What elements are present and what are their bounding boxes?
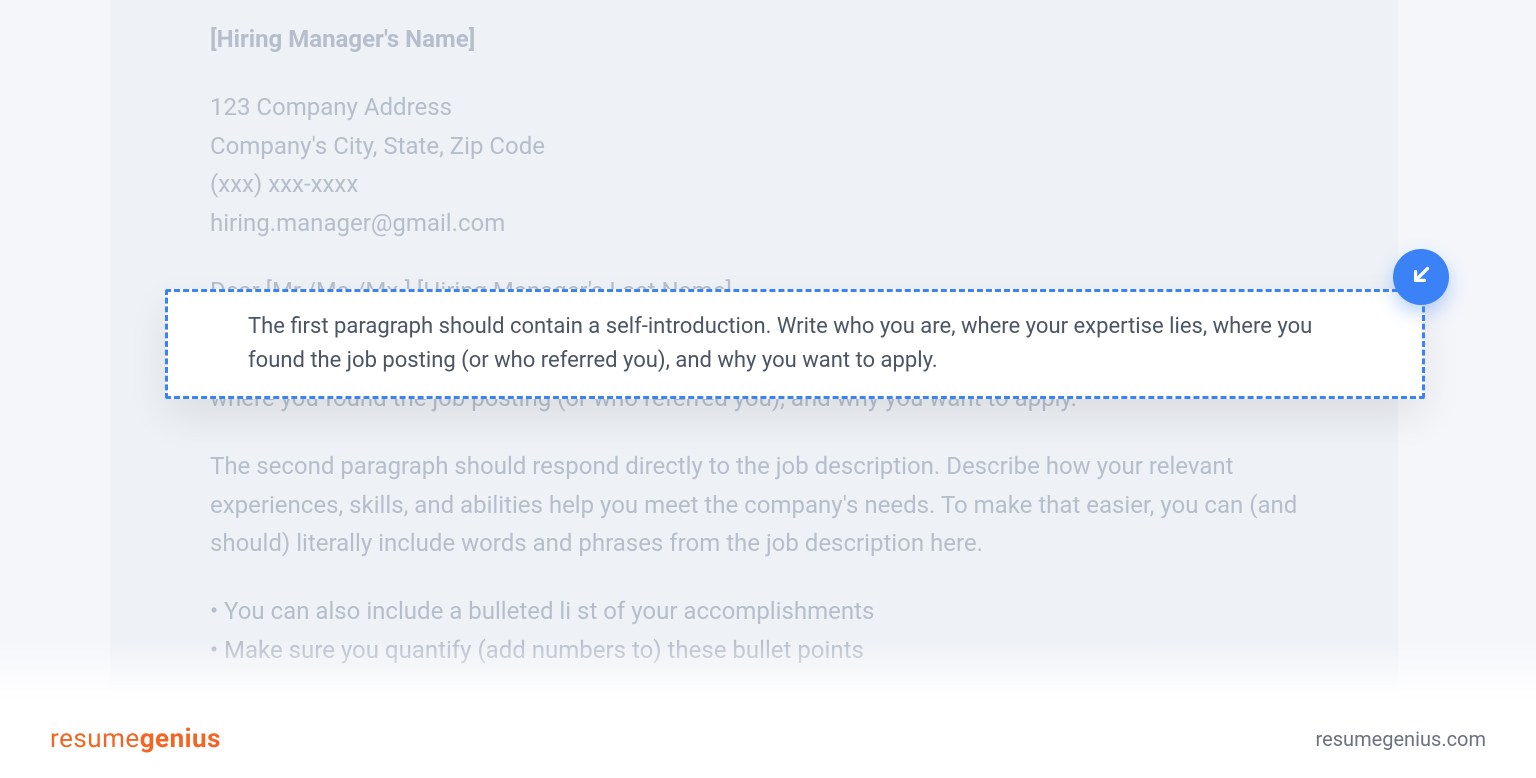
tip-callout-box: The first paragraph should contain a sel…	[165, 289, 1425, 399]
footer-bar: resumegenius resumegenius.com	[0, 700, 1536, 778]
site-url: resumegenius.com	[1316, 727, 1486, 751]
bottom-fade	[0, 640, 1536, 700]
address-line: hiring.manager@gmail.com	[210, 204, 1298, 242]
address-line: Company's City, State, Zip Code	[210, 127, 1298, 165]
tip-callout-text: The first paragraph should contain a sel…	[248, 310, 1342, 378]
arrow-down-left-icon	[1408, 262, 1434, 292]
address-line: (xxx) xxx-xxxx	[210, 165, 1298, 203]
logo-part2: genius	[140, 724, 221, 754]
tip-callout: The first paragraph should contain a sel…	[165, 289, 1425, 399]
company-address-block: 123 Company Address Company's City, Stat…	[210, 88, 1298, 242]
arrow-down-left-badge[interactable]	[1393, 249, 1449, 305]
paragraph-2: The second paragraph should respond dire…	[210, 447, 1298, 562]
hiring-manager-heading: [Hiring Manager's Name]	[210, 20, 1298, 58]
logo-part1: resume	[50, 724, 140, 754]
address-line: 123 Company Address	[210, 88, 1298, 126]
bullet-item: • You can also include a bulleted li st …	[210, 592, 1298, 630]
brand-logo: resumegenius	[50, 724, 221, 754]
